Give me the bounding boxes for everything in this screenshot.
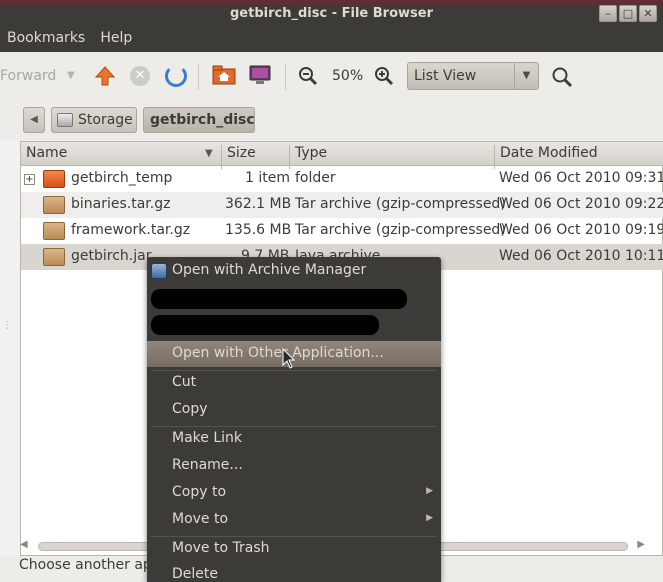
window-controls: – □ ✕	[599, 5, 657, 22]
pane-resize-grip[interactable]: ⋮	[2, 320, 12, 340]
redacted-menu-item	[151, 289, 407, 309]
folder-icon	[43, 170, 65, 188]
archive-manager-icon	[151, 263, 167, 279]
search-icon[interactable]	[551, 66, 573, 88]
jar-file-icon	[43, 248, 65, 266]
minimize-button[interactable]: –	[599, 5, 617, 22]
file-row[interactable]: binaries.tar.gz 362.1 MB Tar archive (gz…	[21, 192, 663, 218]
menu-item-label: Open with Other Application...	[172, 345, 384, 361]
maximize-button[interactable]: □	[619, 5, 637, 22]
file-size: 1 item	[245, 170, 290, 186]
location-bar: ◀ Storage getbirch_disc	[0, 100, 663, 140]
file-type: Tar archive (gzip-compressed)	[295, 196, 506, 212]
breadcrumb-current-label: getbirch_disc	[150, 112, 255, 128]
menu-item-label: Move to Trash	[172, 540, 270, 556]
window-title: getbirch_disc - File Browser	[230, 6, 433, 21]
menu-item-open-archive-manager[interactable]: Open with Archive Manager	[147, 258, 441, 284]
menu-item-make-link[interactable]: Make Link	[147, 426, 441, 452]
forward-history-dropdown-icon[interactable]: ▼	[67, 70, 75, 81]
submenu-arrow-icon: ▶	[426, 513, 433, 523]
menu-item-copy-to[interactable]: Copy to ▶	[147, 480, 441, 506]
sort-arrow-icon: ▼	[205, 148, 213, 159]
redacted-menu-item	[151, 315, 379, 335]
file-date: Wed 06 Oct 2010 09:22:3	[499, 196, 663, 212]
stop-icon[interactable]: ✕	[130, 66, 150, 86]
file-date: Wed 06 Oct 2010 09:31:3	[499, 170, 663, 186]
file-name: getbirch_temp	[71, 170, 173, 186]
scroll-right-icon[interactable]: ▶	[637, 539, 645, 550]
archive-file-icon	[43, 222, 65, 240]
menu-item-label: Copy to	[172, 484, 227, 500]
menu-item-copy[interactable]: Copy	[147, 397, 441, 423]
menu-item-label: Open with Archive Manager	[172, 262, 367, 278]
mouse-pointer-icon	[282, 348, 296, 369]
file-name: framework.tar.gz	[71, 222, 191, 238]
view-mode-select[interactable]: List View ▼	[407, 62, 539, 90]
column-size[interactable]: Size	[227, 145, 256, 161]
home-folder-icon[interactable]	[212, 65, 236, 85]
forward-button[interactable]: Forward	[0, 68, 56, 84]
drive-icon	[57, 113, 73, 127]
zoom-out-icon[interactable]	[298, 66, 318, 86]
menu-bar: Bookmarks Help	[0, 28, 663, 52]
reload-icon[interactable]	[165, 65, 187, 87]
breadcrumb-back-button[interactable]: ◀	[23, 107, 45, 133]
menu-item-delete[interactable]: Delete	[147, 562, 441, 582]
file-size: 135.6 MB	[225, 222, 292, 238]
menu-item-label: Make Link	[172, 430, 242, 446]
zoom-in-icon[interactable]	[374, 66, 394, 86]
menu-help[interactable]: Help	[93, 28, 136, 46]
menu-bookmarks[interactable]: Bookmarks	[0, 28, 89, 46]
view-mode-label: List View	[414, 68, 477, 84]
menu-item-cut[interactable]: Cut	[147, 370, 441, 396]
file-type: Tar archive (gzip-compressed)	[295, 222, 506, 238]
menu-item-rename[interactable]: Rename...	[147, 453, 441, 479]
menu-item-move-to[interactable]: Move to ▶	[147, 507, 441, 533]
archive-file-icon	[43, 196, 65, 214]
menu-item-move-to-trash[interactable]: Move to Trash	[147, 536, 441, 562]
file-name: getbirch.jar	[71, 248, 152, 264]
column-header: Name ▼ Size Type Date Modified	[21, 142, 663, 169]
context-menu: Open with Archive Manager Open with Othe…	[147, 257, 441, 582]
column-date[interactable]: Date Modified	[500, 145, 598, 161]
close-button[interactable]: ✕	[639, 5, 657, 22]
chevron-down-icon: ▼	[514, 63, 538, 89]
menu-item-label: Cut	[172, 374, 197, 390]
column-type[interactable]: Type	[295, 145, 327, 161]
breadcrumb-current[interactable]: getbirch_disc	[143, 107, 255, 133]
expand-icon[interactable]: +	[24, 174, 35, 185]
status-text: Choose another app	[19, 557, 161, 573]
menu-item-label: Copy	[172, 401, 208, 417]
file-row[interactable]: framework.tar.gz 135.6 MB Tar archive (g…	[21, 218, 663, 244]
column-name[interactable]: Name	[26, 145, 67, 161]
menu-item-label: Rename...	[172, 457, 243, 473]
file-size: 362.1 MB	[225, 196, 292, 212]
zoom-level: 50%	[332, 68, 364, 84]
submenu-arrow-icon: ▶	[426, 486, 433, 496]
title-bar[interactable]: getbirch_disc - File Browser – □ ✕	[0, 0, 663, 28]
up-arrow-icon[interactable]	[94, 65, 116, 87]
computer-icon[interactable]	[249, 64, 271, 86]
breadcrumb-storage-label: Storage	[78, 112, 133, 128]
menu-item-label: Delete	[172, 566, 218, 582]
file-browser-window: getbirch_disc - File Browser – □ ✕ Bookm…	[0, 0, 663, 582]
file-row[interactable]: + getbirch_temp 1 item folder Wed 06 Oct…	[21, 166, 663, 192]
menu-item-label: Move to	[172, 511, 229, 527]
file-date: Wed 06 Oct 2010 10:11:1	[499, 248, 663, 264]
toolbar-separator	[285, 64, 286, 90]
file-date: Wed 06 Oct 2010 09:19:1	[499, 222, 663, 238]
file-name: binaries.tar.gz	[71, 196, 171, 212]
breadcrumb-storage[interactable]: Storage	[51, 107, 137, 133]
file-type: folder	[295, 170, 336, 186]
scroll-left-icon[interactable]: ◀	[20, 539, 28, 550]
toolbar: Forward ▼ ✕ 50% List View ▼	[0, 52, 663, 100]
toolbar-separator	[198, 64, 199, 90]
